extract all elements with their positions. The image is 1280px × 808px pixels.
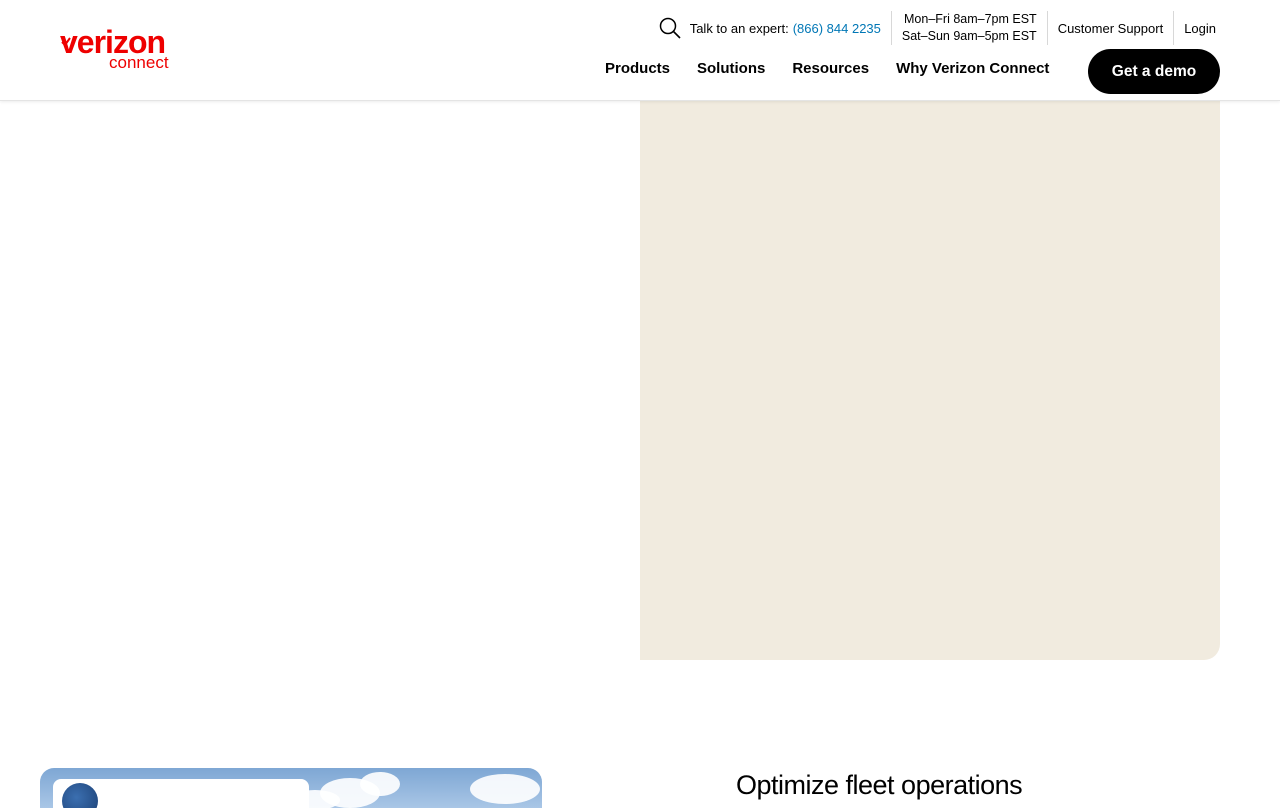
hours-weekday: Mon–Fri 8am–7pm EST [904,12,1037,26]
hours-weekend: Sat–Sun 9am–5pm EST [901,29,1037,43]
section-heading: Optimize fleet operations [736,770,1023,800]
customer-support-link[interactable]: Customer Support [1058,21,1164,36]
divider [890,11,892,45]
nav-item-solutions[interactable]: Solutions [697,60,765,77]
site-header: verizon connect Talk to an expert: (866)… [0,0,1280,101]
nav-item-resources[interactable]: Resources [792,60,869,77]
cloud-shape [360,772,400,796]
get-demo-button[interactable]: Get a demo [1088,49,1220,94]
nav-item-why-verizon-connect[interactable]: Why Verizon Connect [896,60,1049,77]
main-nav: Products Solutions Resources Why Verizon… [605,60,1076,77]
utility-bar: Talk to an expert: (866) 844 2235 Mon–Fr… [658,10,1216,46]
divider [1046,11,1048,45]
search-icon[interactable] [658,16,682,40]
logo-subtext: connect [109,53,169,72]
support-hours: Mon–Fri 8am–7pm EST Sat–Sun 9am–5pm EST [902,11,1037,45]
expert-label: Talk to an expert: [689,20,789,36]
verizon-connect-logo[interactable]: verizon connect [60,24,190,74]
divider [1173,11,1175,45]
login-link[interactable]: Login [1184,21,1216,36]
nav-item-products[interactable]: Products [605,60,670,77]
talk-to-expert: Talk to an expert: (866) 844 2235 [690,21,881,36]
hero-media-panel [640,100,1220,660]
phone-link[interactable]: (866) 844 2235 [793,21,881,36]
fleet-image-card [40,768,542,808]
